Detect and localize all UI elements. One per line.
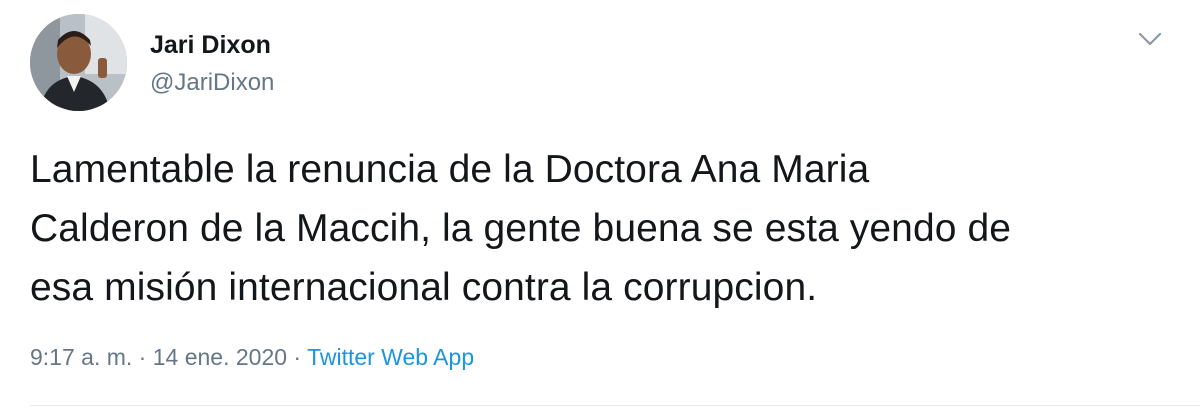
tweet-text-line: Calderon de la Maccih, la gente buena se… (30, 207, 1012, 250)
meta-separator: · (287, 344, 308, 370)
chevron-down-icon[interactable] (1130, 24, 1170, 54)
tweet-text-line: Lamentable la renuncia de la Doctora Ana… (30, 148, 870, 191)
divider (30, 405, 1200, 406)
avatar[interactable] (30, 14, 127, 111)
author-handle[interactable]: @JariDixon (150, 68, 274, 98)
author-display-name[interactable]: Jari Dixon (150, 30, 271, 60)
tweet-metadata: 9:17 a. m. · 14 ene. 2020 · Twitter Web … (30, 342, 474, 372)
tweet-time[interactable]: 9:17 a. m. (30, 344, 132, 370)
meta-separator: · (132, 344, 153, 370)
tweet-card: Jari Dixon @JariDixon Lamentable la renu… (0, 0, 1200, 416)
tweet-source-link[interactable]: Twitter Web App (307, 344, 474, 370)
tweet-text: Lamentable la renuncia de la Doctora Ana… (30, 140, 1180, 317)
tweet-text-line: esa misión internacional contra la corru… (30, 266, 818, 309)
profile-photo-icon (30, 14, 127, 111)
tweet-date[interactable]: 14 ene. 2020 (153, 344, 287, 370)
